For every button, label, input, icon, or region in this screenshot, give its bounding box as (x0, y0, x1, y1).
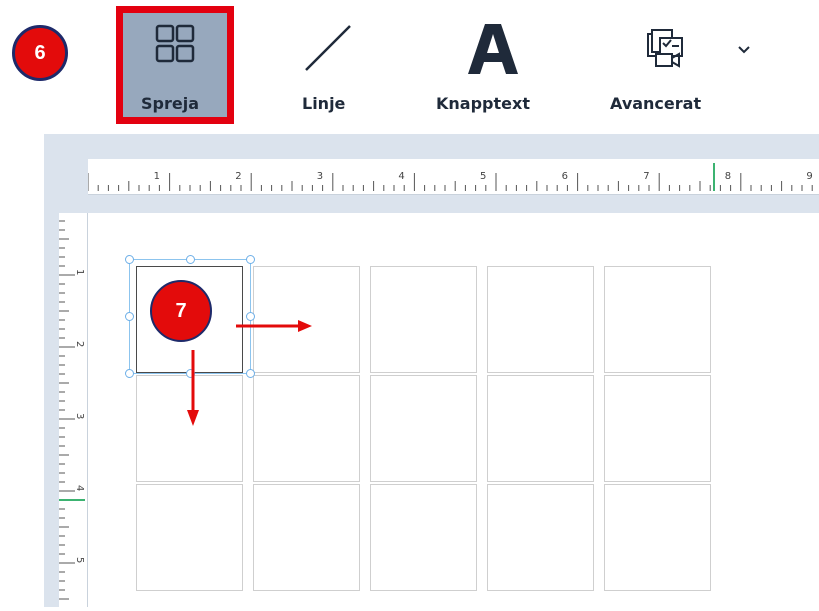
resize-handle[interactable] (125, 255, 134, 264)
step-6-badge: 6 (12, 25, 68, 81)
ruler-number: 5 (480, 171, 486, 182)
top-ruler[interactable]: 12345678910 (87, 159, 819, 195)
right-arrow-head (298, 320, 312, 332)
grid-cell[interactable] (370, 375, 477, 482)
grid-icon (155, 24, 195, 63)
ruler-number: 7 (643, 171, 649, 182)
grid-cell[interactable] (253, 484, 360, 591)
resize-handle[interactable] (186, 255, 195, 264)
resize-handle[interactable] (125, 369, 134, 378)
ruler-number: 4 (398, 171, 404, 182)
ruler-number: 4 (74, 485, 85, 491)
resize-handle[interactable] (246, 255, 255, 264)
avancerat-label: Avancerat (610, 94, 702, 113)
left-ruler[interactable]: 1 2 3 4 5 (59, 213, 88, 607)
ruler-number: 5 (74, 557, 85, 563)
line-icon (305, 25, 351, 71)
ruler-number: 3 (74, 413, 85, 419)
knapptext-button[interactable]: Knapptext (428, 6, 548, 124)
grid-cell[interactable] (604, 375, 711, 482)
spreja-button[interactable]: Spreja (116, 6, 234, 124)
left-ruler-ticks: 1 2 3 4 5 (59, 220, 85, 600)
knapptext-label: Knapptext (436, 94, 530, 113)
grid-cell[interactable] (487, 266, 594, 373)
grid-cell[interactable] (136, 484, 243, 591)
ruler-corner (59, 159, 88, 213)
ruler-number: 1 (154, 171, 160, 182)
ruler-number: 1 (74, 269, 85, 275)
ruler-number: 3 (317, 171, 323, 182)
ruler-number: 6 (562, 171, 568, 182)
ruler-number: 2 (74, 341, 85, 347)
resize-handle[interactable] (125, 312, 134, 321)
grid-cell[interactable] (487, 484, 594, 591)
ruler-number: 2 (235, 171, 241, 182)
linje-button[interactable]: Linje (290, 6, 370, 124)
grid-cell[interactable] (370, 484, 477, 591)
grid-cell[interactable] (604, 484, 711, 591)
direction-arrows (187, 320, 312, 426)
ruler-number: 8 (725, 171, 731, 182)
chevron-down-icon[interactable] (736, 44, 752, 56)
text-A-icon (468, 24, 518, 74)
advanced-media-icon (647, 29, 683, 68)
spreja-label: Spreja (141, 94, 199, 113)
down-arrow-head (187, 410, 199, 426)
ruler-number: 9 (806, 171, 812, 182)
linje-label: Linje (302, 94, 346, 113)
top-ruler-ticks: 12345678910 (87, 163, 813, 191)
grid-cell[interactable] (370, 266, 477, 373)
step-6-number: 6 (34, 41, 46, 64)
avancerat-button[interactable]: Avancerat (610, 6, 740, 124)
grid-cell[interactable] (604, 266, 711, 373)
grid-cell[interactable] (487, 375, 594, 482)
